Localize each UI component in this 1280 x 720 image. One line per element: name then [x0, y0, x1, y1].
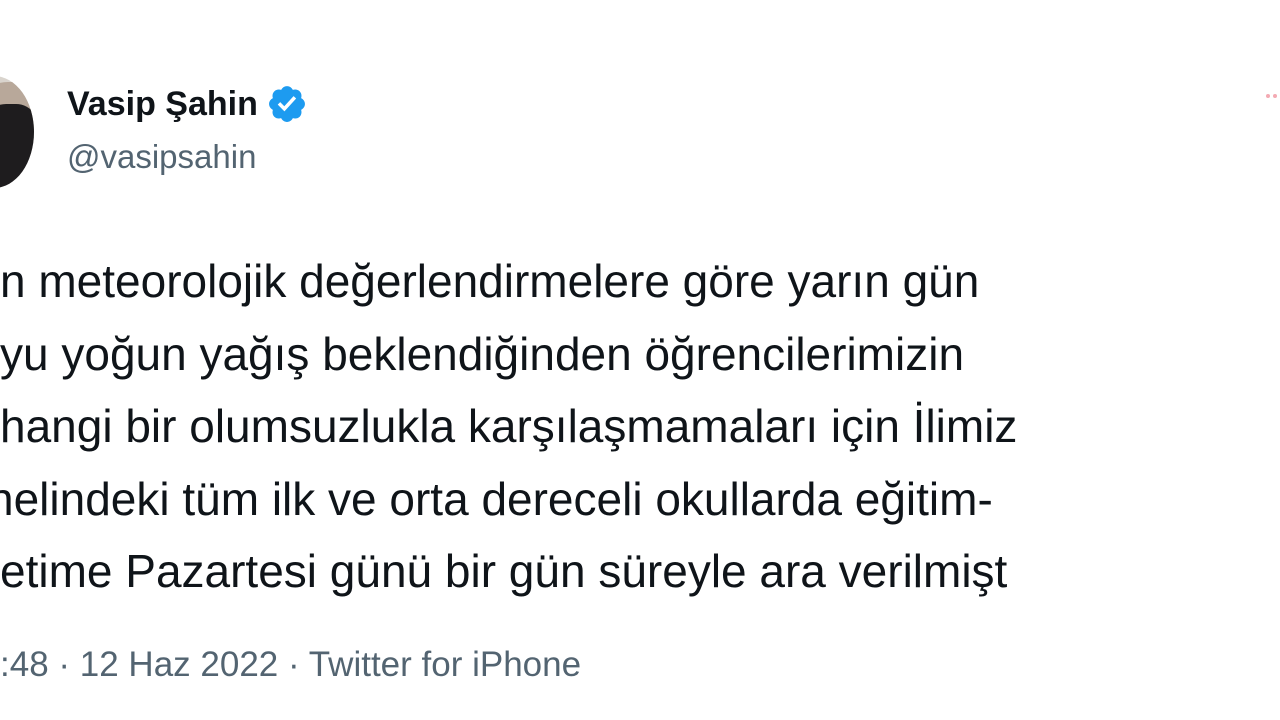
tweet-source[interactable]: Twitter for iPhone — [309, 645, 581, 684]
tweet-text-line: hangi bir olumsuzlukla karşılaşmamaları … — [0, 400, 1018, 452]
tweet-card: Vasip Şahin @vasipsahin n meteorolojik d… — [0, 0, 1280, 720]
tweet-text: n meteorolojik değerlendirmelere göre ya… — [0, 245, 1280, 608]
verified-badge-icon — [268, 86, 305, 122]
meta-separator: · — [48, 645, 80, 684]
tweet-date[interactable]: 12 Haz 2022 — [80, 645, 278, 684]
author-name-row[interactable]: Vasip Şahin — [67, 83, 308, 125]
avatar-hair — [0, 104, 34, 188]
tweet-text-line: yu yoğun yağış beklendiğinden öğrenciler… — [0, 327, 965, 380]
more-options-icon[interactable] — [1266, 90, 1280, 104]
tweet-text-line: nelindeki tüm ilk ve orta dereceli okull… — [0, 472, 993, 525]
tweet-time[interactable]: :48 — [0, 645, 49, 684]
author-handle[interactable]: @vasipsahin — [67, 138, 256, 176]
avatar[interactable] — [0, 76, 34, 188]
tweet-text-line: n meteorolojik değerlendirmelere göre ya… — [0, 255, 980, 307]
author-name[interactable]: Vasip Şahin — [67, 85, 258, 124]
tweet-text-line: etime Pazartesi günü bir gün süreyle ara… — [0, 545, 1008, 597]
meta-separator: · — [278, 645, 309, 684]
tweet-meta: :48 · 12 Haz 2022 · Twitter for iPhone — [0, 645, 581, 685]
